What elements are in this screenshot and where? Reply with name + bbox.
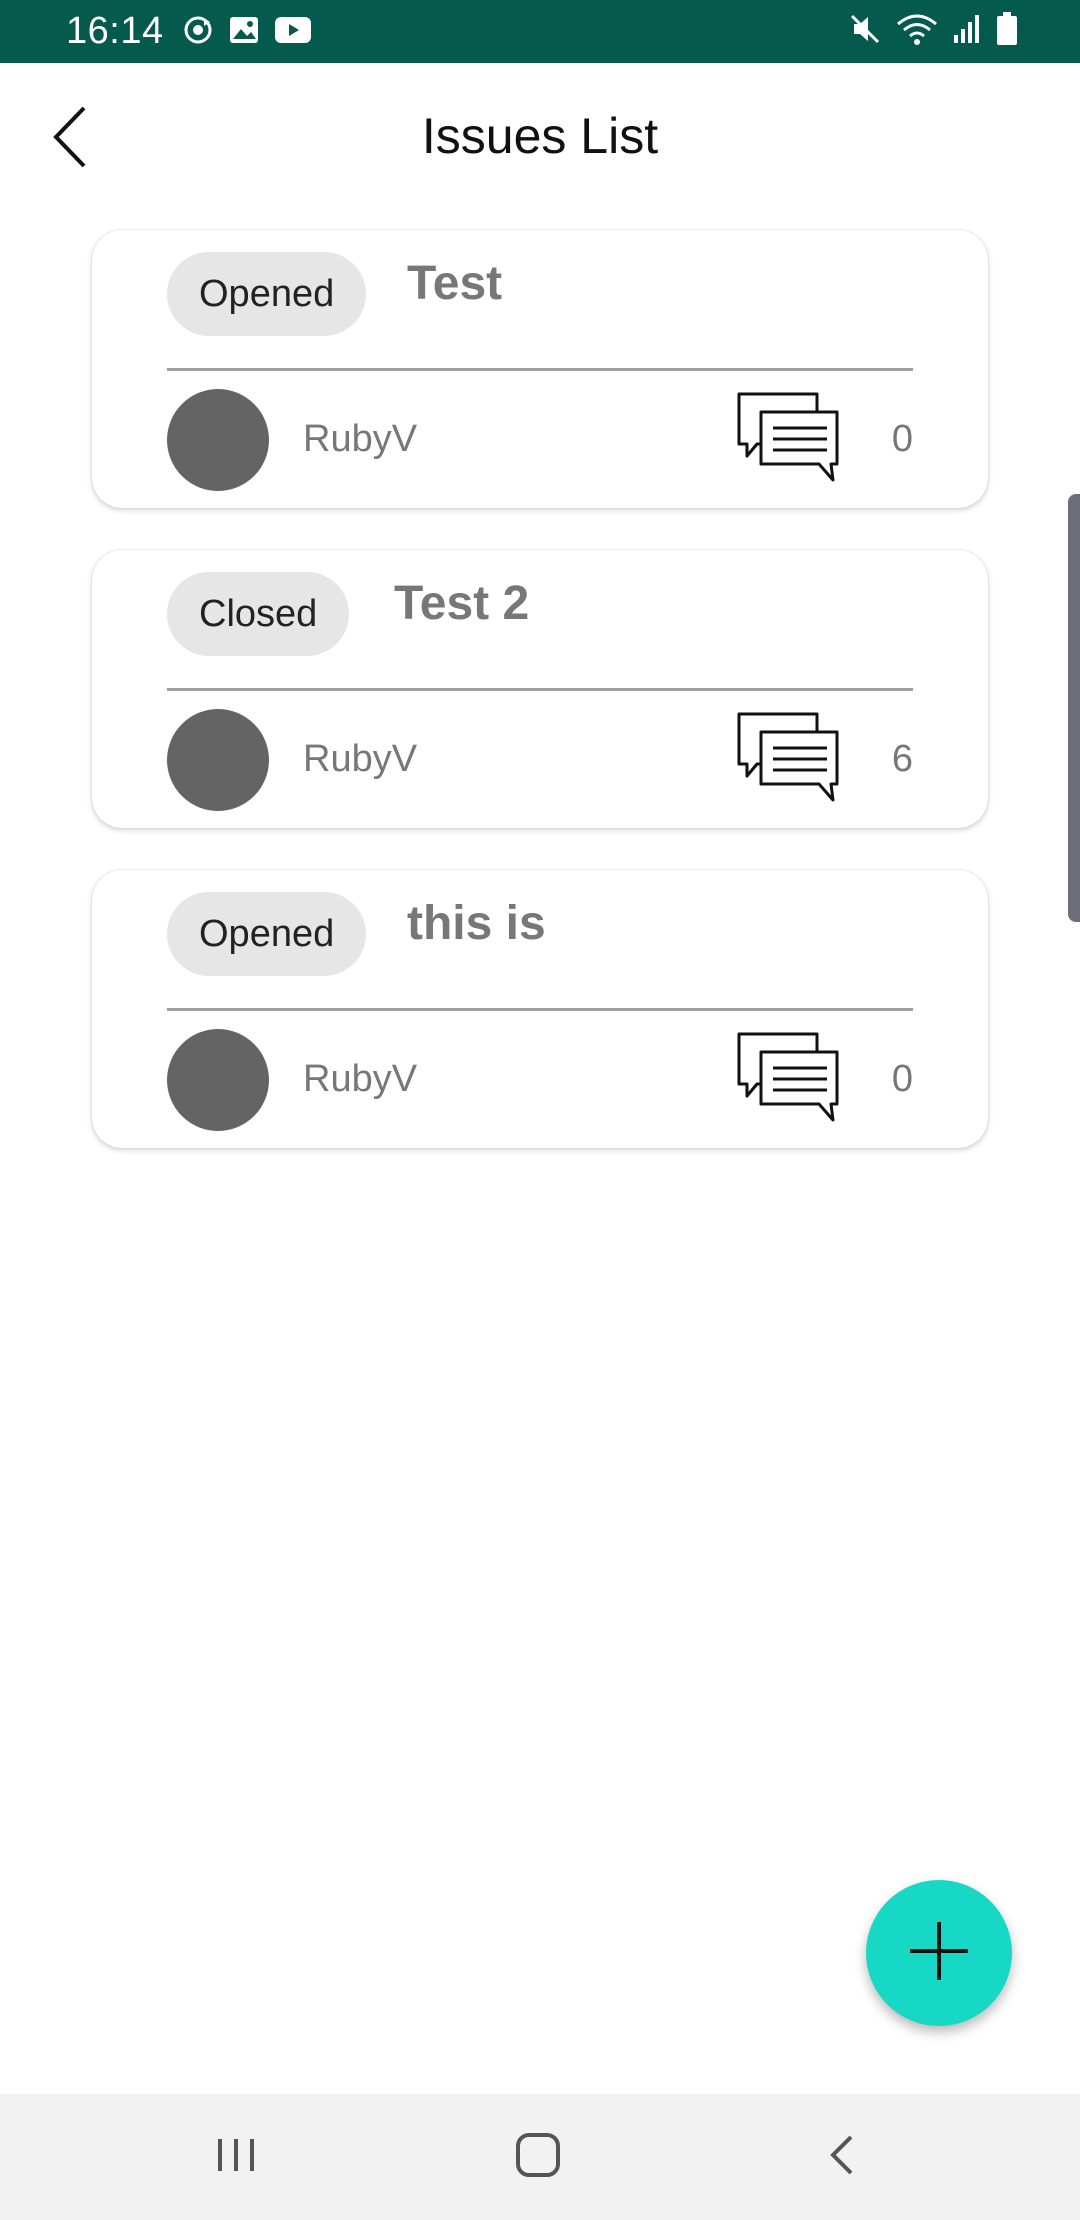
plus-icon: [906, 1918, 972, 1989]
issue-card[interactable]: Opened this is RubyV 0: [92, 870, 988, 1148]
issue-title: this is: [407, 897, 546, 950]
comments-icon: [735, 710, 841, 804]
page-title: Issues List: [421, 108, 659, 164]
avatar: [167, 1029, 269, 1131]
recent-apps-icon: [214, 2135, 258, 2180]
system-back-button[interactable]: [802, 2124, 882, 2190]
system-back-icon: [827, 2133, 857, 2182]
card-divider: [167, 1008, 913, 1011]
issue-card[interactable]: Opened Test RubyV 0: [92, 230, 988, 508]
scroll-handle[interactable]: [1068, 494, 1080, 922]
author-name: RubyV: [303, 738, 418, 780]
issue-title: Test 2: [394, 577, 530, 630]
home-icon: [515, 2132, 561, 2183]
youtube-icon: [274, 16, 312, 44]
status-chip: Opened: [167, 252, 367, 336]
author-name: RubyV: [303, 418, 418, 460]
comments-icon: [735, 1030, 841, 1124]
comment-count: 6: [891, 738, 913, 780]
issue-title: Test: [407, 257, 503, 310]
home-button[interactable]: [498, 2124, 578, 2190]
mute-icon: [848, 12, 882, 46]
card-divider: [167, 368, 913, 371]
status-left-icons: [182, 14, 312, 46]
card-divider: [167, 688, 913, 691]
comment-count: 0: [891, 418, 913, 460]
add-issue-button[interactable]: [866, 1880, 1012, 2026]
avatar: [167, 709, 269, 811]
status-time: 16:14: [66, 10, 164, 52]
status-right-icons: [848, 12, 1018, 46]
status-chip: Closed: [167, 572, 350, 656]
status-chip: Opened: [167, 892, 367, 976]
system-nav-bar: [0, 2094, 1080, 2220]
issue-card[interactable]: Closed Test 2 RubyV 6: [92, 550, 988, 828]
signal-icon: [952, 13, 982, 45]
avatar: [167, 389, 269, 491]
sync-icon: [182, 14, 214, 46]
battery-icon: [996, 12, 1018, 46]
app-header: Issues List: [0, 63, 1080, 213]
image-icon: [228, 15, 260, 45]
status-bar: 16:14: [0, 0, 1080, 63]
screen: 16:14 Issues List Opened Test RubyV 0 Cl…: [0, 0, 1080, 2220]
comment-count: 0: [891, 1058, 913, 1100]
recent-apps-button[interactable]: [196, 2124, 276, 2190]
comments-icon: [735, 390, 841, 484]
wifi-icon: [896, 12, 938, 46]
issues-list: Opened Test RubyV 0 Closed Test 2 RubyV …: [92, 230, 988, 1190]
author-name: RubyV: [303, 1058, 418, 1100]
